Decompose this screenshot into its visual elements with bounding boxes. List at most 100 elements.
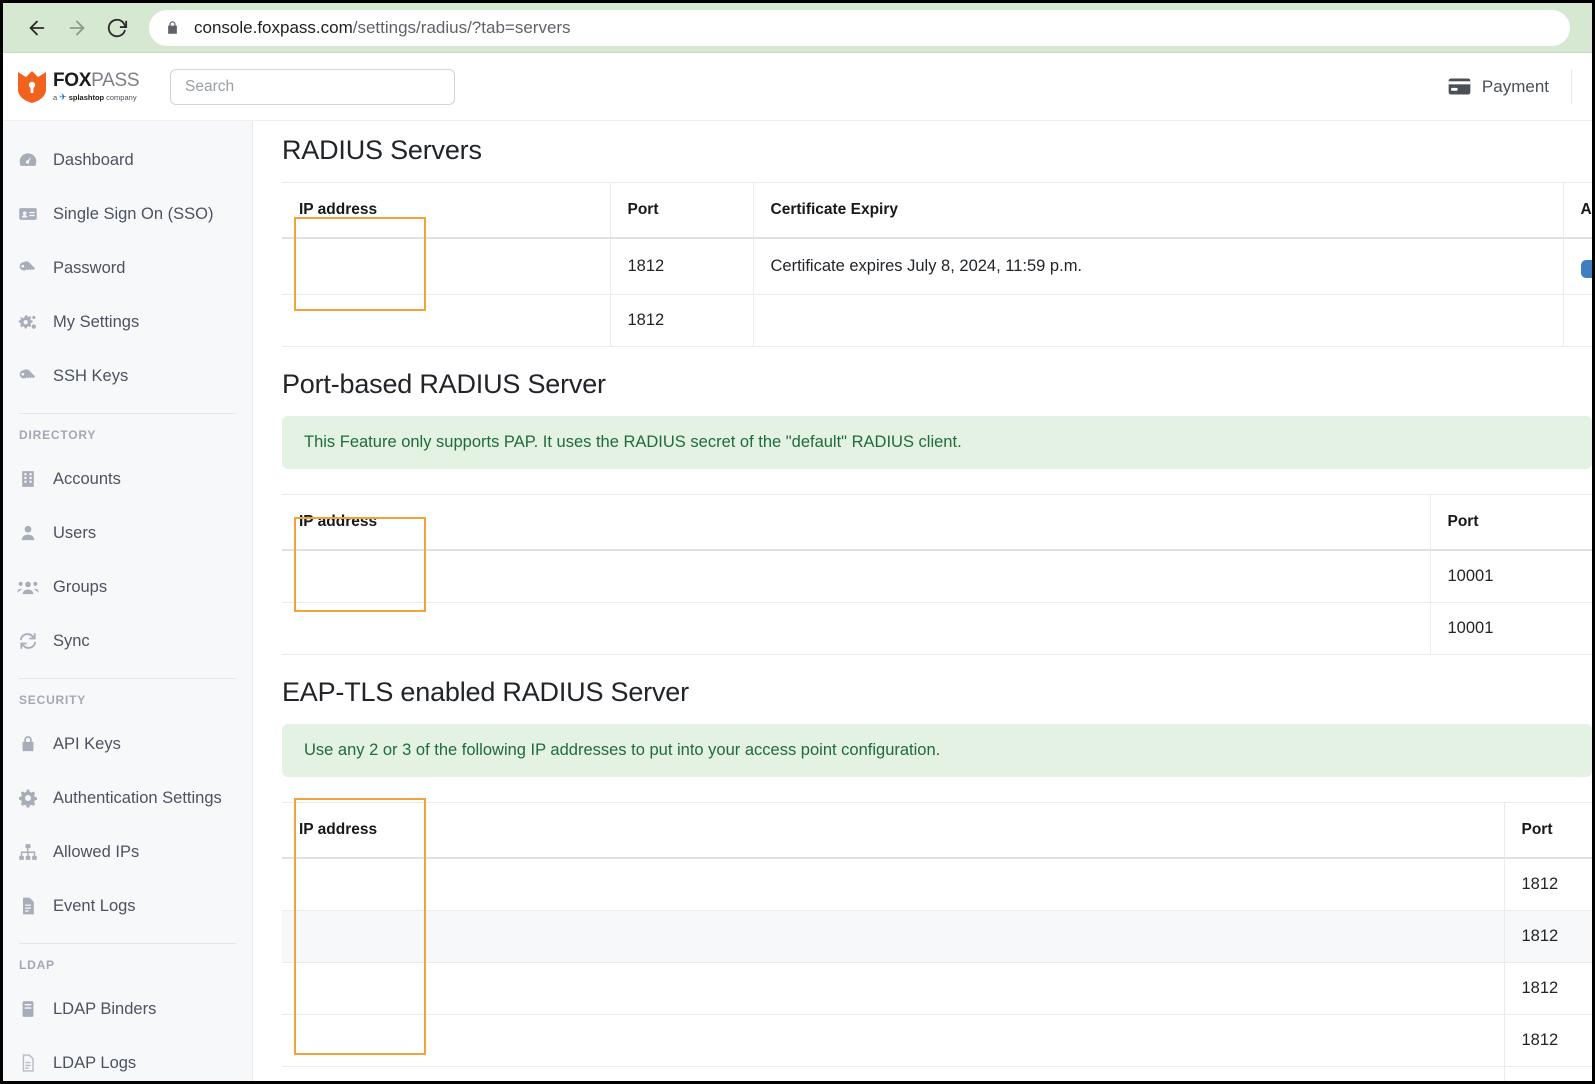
sidebar[interactable]: Dashboard Single Sign On (SSO) Password … [3,121,253,1084]
table-row: 10001 [282,550,1592,603]
column-header-ip: IP address [282,803,1504,859]
sidebar-item-groups[interactable]: Groups [3,560,252,614]
sidebar-label: Password [53,259,125,278]
sidebar-divider [19,943,236,944]
dashboard-icon [17,149,39,171]
sidebar-label: Sync [53,632,90,651]
sidebar-item-event-logs[interactable]: Event Logs [3,879,252,933]
sidebar-label: Single Sign On (SSO) [53,205,214,224]
logo-tagline: a ✈ splashtop company [53,93,139,102]
row-action-button[interactable] [1581,260,1593,278]
sidebar-label: API Keys [53,735,121,754]
port-based-notice: This Feature only supports PAP. It uses … [282,416,1592,469]
port-based-table: IP address Port 10001 10001 [282,494,1592,655]
cell-ip [282,911,1504,963]
sidebar-item-authentication-settings[interactable]: Authentication Settings [3,771,252,825]
key-icon [17,257,39,279]
page-title-radius-servers: RADIUS Servers [282,135,1592,166]
sidebar-item-ldap-binders[interactable]: LDAP Binders [3,982,252,1036]
sidebar-label: My Settings [53,313,139,332]
column-header-ip: IP address [282,495,1430,551]
key-icon [17,365,39,387]
app-header: FOXPASS a ✈ splashtop company Payment [3,53,1592,121]
cell-certificate-expiry [753,295,1563,347]
table-row: 1812 [282,858,1592,911]
eap-tls-table: IP address Port 1812 1812 181 [282,802,1592,1084]
splashtop-mark-icon: ✈ [59,93,67,102]
forward-button[interactable] [57,8,97,48]
foxpass-logo[interactable]: FOXPASS a ✈ splashtop company [17,70,149,104]
column-header-ip: IP address [282,183,610,239]
address-bar[interactable]: console.foxpass.com/settings/radius/?tab… [149,10,1570,46]
sidebar-item-ldap-logs[interactable]: LDAP Logs [3,1036,252,1084]
lock-icon [17,733,39,755]
sidebar-divider [19,678,236,679]
page-title-eap-tls: EAP-TLS enabled RADIUS Server [282,677,1592,708]
table-row: 1812 [282,963,1592,1015]
book-icon [17,998,39,1020]
main-content: RADIUS Servers IP address Port Certifica… [253,121,1592,1084]
document-icon [17,1052,39,1074]
tagline-brand: splashtop [69,94,104,102]
column-header-port: Port [610,183,753,239]
column-header-port: Port [1504,803,1592,859]
cell-ip [282,1015,1504,1067]
payment-label: Payment [1482,77,1549,97]
back-arrow-icon [26,17,48,39]
lock-icon [165,20,180,35]
sidebar-label: Accounts [53,470,121,489]
url-domain: console.foxpass.com [194,18,353,37]
sidebar-item-ssh-keys[interactable]: SSH Keys [3,349,252,403]
sidebar-item-users[interactable]: Users [3,506,252,560]
tagline-suffix: company [106,94,136,102]
column-header-actions: A [1563,183,1592,239]
cell-port: 1812 [1504,911,1592,963]
shield-logo-icon [17,70,47,104]
radius-servers-table: IP address Port Certificate Expiry A 181… [282,182,1592,347]
sidebar-label: Event Logs [53,897,136,916]
cell-ip [282,858,1504,911]
back-button[interactable] [17,8,57,48]
users-group-icon [17,576,39,598]
sidebar-item-allowed-ips[interactable]: Allowed IPs [3,825,252,879]
cell-port: 1812 [610,295,753,347]
logo-text: FOXPASS a ✈ splashtop company [53,71,139,102]
cell-port: 1812 [1504,963,1592,1015]
sidebar-item-dashboard[interactable]: Dashboard [3,133,252,187]
id-card-icon [17,203,39,225]
sidebar-item-my-settings[interactable]: My Settings [3,295,252,349]
cell-actions [1563,238,1592,295]
cell-port: 1812 [610,238,753,295]
sidebar-label: LDAP Binders [53,1000,156,1019]
payment-button[interactable]: Payment [1448,77,1571,97]
browser-toolbar: console.foxpass.com/settings/radius/?tab… [3,3,1592,53]
table-header-row: IP address Port Certificate Expiry A [282,183,1592,239]
tagline-a: a [53,94,57,102]
sidebar-divider [19,413,236,414]
sidebar-item-accounts[interactable]: Accounts [3,452,252,506]
table-row: 1812 [282,1067,1592,1084]
sidebar-item-api-keys[interactable]: API Keys [3,717,252,771]
sidebar-group-ldap: LDAP [3,954,252,982]
sidebar-label: Groups [53,578,107,597]
sync-icon [17,630,39,652]
reload-button[interactable] [97,8,137,48]
sidebar-item-sso[interactable]: Single Sign On (SSO) [3,187,252,241]
column-header-certificate-expiry: Certificate Expiry [753,183,1563,239]
cell-certificate-expiry: Certificate expires July 8, 2024, 11:59 … [753,238,1563,295]
sidebar-label: Allowed IPs [53,843,139,862]
sidebar-item-password[interactable]: Password [3,241,252,295]
sidebar-label: SSH Keys [53,367,128,386]
header-actions: Payment [1448,53,1592,120]
sidebar-label: Users [53,524,96,543]
sidebar-label: Authentication Settings [53,789,222,808]
logo-wordmark: FOXPASS [53,71,139,90]
forward-arrow-icon [66,17,88,39]
cell-port: 1812 [1504,1067,1592,1084]
eap-tls-notice: Use any 2 or 3 of the following IP addre… [282,724,1592,777]
cell-port: 10001 [1430,603,1592,655]
sidebar-item-sync[interactable]: Sync [3,614,252,668]
table-row: 10001 [282,603,1592,655]
user-icon [17,522,39,544]
search-input[interactable] [170,69,455,105]
